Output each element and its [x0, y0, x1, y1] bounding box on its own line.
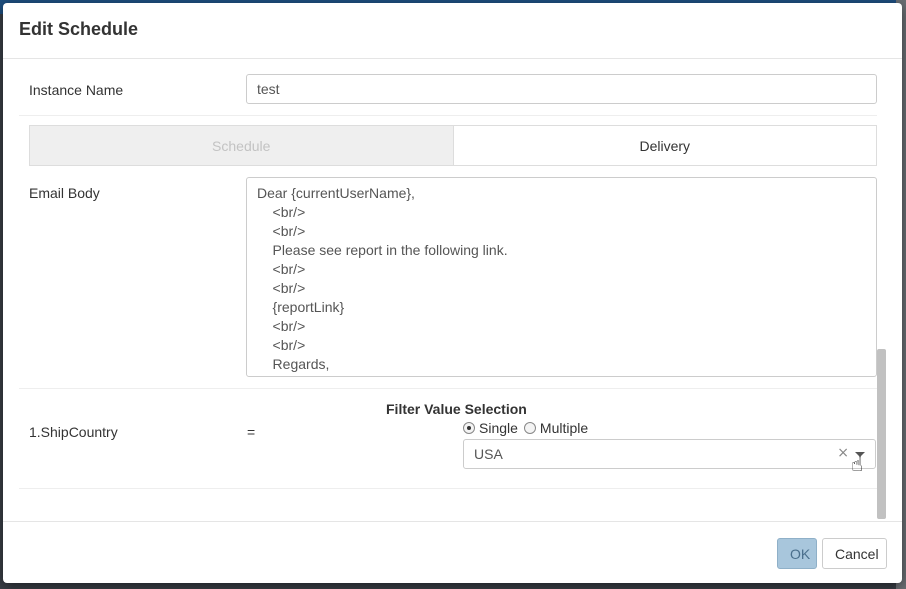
filter-value-selection-title: Filter Value Selection — [386, 401, 527, 417]
email-line: Dear {currentUserName}, — [257, 185, 415, 201]
email-line: Please see report in the following link. — [257, 242, 508, 258]
filter-row: 1.ShipCountry = Filter Value Selection S… — [19, 389, 877, 489]
filter-value-select[interactable]: USA × — [463, 439, 876, 469]
email-line: <br/> — [257, 223, 306, 239]
multiple-radio-label[interactable]: Multiple — [540, 420, 588, 436]
dialog-scrollbar[interactable] — [877, 349, 886, 519]
email-line: {reportLink} — [257, 299, 345, 315]
schedule-tabs: Schedule Delivery — [29, 125, 877, 166]
ok-button[interactable]: OK — [777, 538, 817, 569]
email-body-textarea[interactable]: Dear {currentUserName}, <br/> <br/> Plea… — [246, 177, 877, 377]
clear-icon[interactable]: × — [837, 445, 849, 461]
multiple-radio[interactable] — [523, 422, 536, 434]
instance-name-row: Instance Name — [19, 59, 877, 116]
email-line: <br/> — [257, 280, 306, 296]
email-line: <br/> — [257, 337, 306, 353]
dialog-footer: OK Cancel — [3, 521, 902, 583]
tab-schedule[interactable]: Schedule — [29, 125, 454, 166]
email-body-label: Email Body — [29, 185, 100, 201]
selected-value: USA — [474, 446, 503, 462]
selection-mode-group: Single Multiple — [463, 420, 594, 436]
edit-schedule-dialog: Edit Schedule Instance Name Schedule Del… — [3, 3, 902, 583]
tab-delivery[interactable]: Delivery — [453, 125, 877, 166]
dialog-body: Instance Name Schedule Delivery Email Bo… — [3, 59, 902, 521]
filter-operator: = — [247, 424, 256, 440]
single-radio[interactable] — [463, 422, 475, 434]
email-line: <br/> — [257, 318, 306, 334]
dialog-header: Edit Schedule — [3, 3, 902, 59]
dialog-title: Edit Schedule — [19, 19, 139, 39]
hand-pointer-icon: ☝ — [851, 452, 864, 476]
email-line: <br/> — [257, 204, 306, 220]
email-line: Regards, — [257, 356, 330, 372]
cancel-button[interactable]: Cancel — [822, 538, 887, 569]
email-body-row: Email Body Dear {currentUserName}, <br/>… — [19, 177, 877, 389]
email-line: <br/> — [257, 261, 306, 277]
filter-field-label: 1.ShipCountry — [29, 424, 118, 440]
instance-name-input[interactable] — [246, 74, 877, 104]
instance-name-label: Instance Name — [29, 82, 124, 98]
single-radio-label[interactable]: Single — [479, 420, 518, 436]
